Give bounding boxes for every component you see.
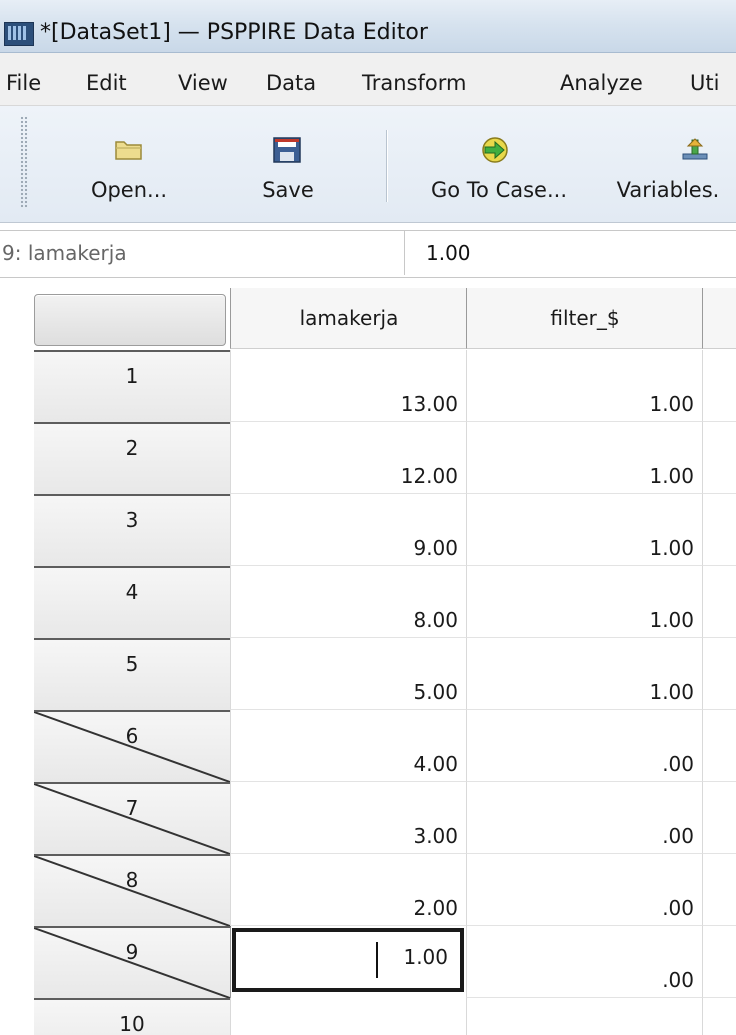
cell-filter[interactable]: .00	[466, 854, 702, 926]
row-number: 4	[125, 580, 139, 604]
cell-empty[interactable]	[702, 854, 736, 926]
row-header[interactable]: 3	[34, 494, 231, 566]
row-header[interactable]: 8	[34, 854, 231, 926]
cell-empty[interactable]	[702, 350, 736, 422]
menu-transform[interactable]: Transform	[362, 71, 466, 95]
app-icon	[4, 22, 34, 46]
cell-lamakerja[interactable]: 3.00	[230, 782, 466, 854]
cell-empty[interactable]	[702, 998, 736, 1035]
cell-lamakerja: 1.00	[403, 945, 448, 969]
table-row[interactable]: 1 13.00 1.00	[0, 350, 736, 422]
variables-label: Variables.	[616, 178, 720, 202]
menu-bar: File Edit View Data Transform Analyze Ut…	[0, 53, 736, 106]
menu-file[interactable]: File	[6, 71, 41, 95]
cell-filter[interactable]: 1.00	[466, 350, 702, 422]
table-row[interactable]: 3 9.00 1.00	[0, 494, 736, 566]
cell-reference-bar: 9: lamakerja 1.00	[0, 230, 736, 278]
menu-analyze[interactable]: Analyze	[560, 71, 643, 95]
table-row[interactable]: 8 2.00.00	[0, 854, 736, 926]
cell-empty[interactable]	[702, 638, 736, 710]
table-row[interactable]: 4 8.00 1.00	[0, 566, 736, 638]
open-button[interactable]: Open...	[74, 114, 184, 210]
menu-edit[interactable]: Edit	[86, 71, 127, 95]
cell-lamakerja[interactable]: 12.00	[230, 422, 466, 494]
toolbar-grip[interactable]	[20, 116, 28, 208]
open-label: Open...	[90, 178, 168, 202]
table-row[interactable]: 7 3.00.00	[0, 782, 736, 854]
menu-data[interactable]: Data	[266, 71, 316, 95]
column-header-empty[interactable]	[702, 288, 736, 349]
row-number: 5	[125, 652, 139, 676]
active-cell-editor[interactable]: 1.00	[232, 928, 464, 992]
table-row[interactable]: 5 5.00 1.00	[0, 638, 736, 710]
cell-reference: 9: lamakerja	[0, 231, 405, 275]
text-caret	[376, 942, 378, 978]
cell-empty[interactable]	[702, 782, 736, 854]
save-button[interactable]: Save	[236, 114, 340, 210]
select-all-corner[interactable]	[34, 294, 226, 346]
title-bar: *[DataSet1] — PSPPIRE Data Editor	[0, 0, 736, 53]
go-to-case-button[interactable]: Go To Case...	[406, 114, 592, 210]
row-number: 10	[119, 1012, 145, 1035]
arrow-right-icon	[482, 137, 508, 163]
row-header[interactable]: 10	[34, 998, 231, 1035]
table-row[interactable]: 10	[0, 998, 736, 1035]
save-label: Save	[262, 178, 314, 202]
row-number: 2	[125, 436, 139, 460]
cell-empty[interactable]	[702, 710, 736, 782]
cell-filter[interactable]: 1.00	[466, 566, 702, 638]
row-header[interactable]: 2	[34, 422, 231, 494]
row-number: 9	[125, 940, 139, 964]
cell-filter[interactable]: 1.00	[466, 638, 702, 710]
table-row[interactable]: 2 12.00 1.00	[0, 422, 736, 494]
row-header[interactable]: 5	[34, 638, 231, 710]
row-header[interactable]: 1	[34, 350, 231, 422]
row-header[interactable]: 4	[34, 566, 231, 638]
cell-empty[interactable]	[702, 422, 736, 494]
cell-empty[interactable]	[702, 926, 736, 998]
data-grid[interactable]: lamakerja filter_$ 1 13.00 1.00 2 12.00 1.00 3…	[0, 282, 736, 1035]
row-header[interactable]: 6	[34, 710, 231, 782]
variables-icon	[682, 138, 708, 160]
column-header-filter[interactable]: filter_$	[466, 288, 703, 349]
toolbar: Open... Save Go To Case... Variables.	[0, 106, 736, 223]
row-number: 8	[125, 868, 139, 892]
toolbar-separator	[386, 130, 388, 202]
folder-icon	[115, 141, 142, 160]
row-number: 7	[125, 796, 139, 820]
cell-filter[interactable]: .00	[466, 710, 702, 782]
cell-value-entry[interactable]: 1.00	[426, 231, 471, 275]
menu-utilities[interactable]: Uti	[690, 71, 719, 95]
window-title: *[DataSet1] — PSPPIRE Data Editor	[40, 20, 428, 45]
row-number: 1	[125, 364, 139, 388]
cell-filter[interactable]: 1.00	[466, 494, 702, 566]
cell-empty[interactable]	[702, 494, 736, 566]
variables-button[interactable]: Variables.	[594, 114, 736, 210]
column-header-lamakerja[interactable]: lamakerja	[230, 288, 467, 349]
cell-filter[interactable]	[466, 998, 702, 1035]
row-number: 3	[125, 508, 139, 532]
cell-filter[interactable]: .00	[466, 926, 702, 998]
cell-lamakerja[interactable]: 9.00	[230, 494, 466, 566]
go-to-case-label: Go To Case...	[431, 178, 567, 202]
cell-filter[interactable]: .00	[466, 782, 702, 854]
cell-filter[interactable]: 1.00	[466, 422, 702, 494]
cell-empty[interactable]	[702, 566, 736, 638]
cell-lamakerja[interactable]: 8.00	[230, 566, 466, 638]
floppy-disk-icon	[273, 137, 301, 163]
cell-lamakerja[interactable]: 4.00	[230, 710, 466, 782]
row-header[interactable]: 7	[34, 782, 231, 854]
cell-lamakerja[interactable]: 2.00	[230, 854, 466, 926]
cell-lamakerja[interactable]	[230, 998, 466, 1035]
cell-lamakerja[interactable]: 13.00	[230, 350, 466, 422]
table-row[interactable]: 6 4.00.00	[0, 710, 736, 782]
table-row[interactable]: 9 1.00 .00	[0, 926, 736, 998]
row-header[interactable]: 9	[34, 926, 231, 998]
cell-lamakerja[interactable]: 5.00	[230, 638, 466, 710]
menu-view[interactable]: View	[178, 71, 228, 95]
row-number: 6	[125, 724, 139, 748]
